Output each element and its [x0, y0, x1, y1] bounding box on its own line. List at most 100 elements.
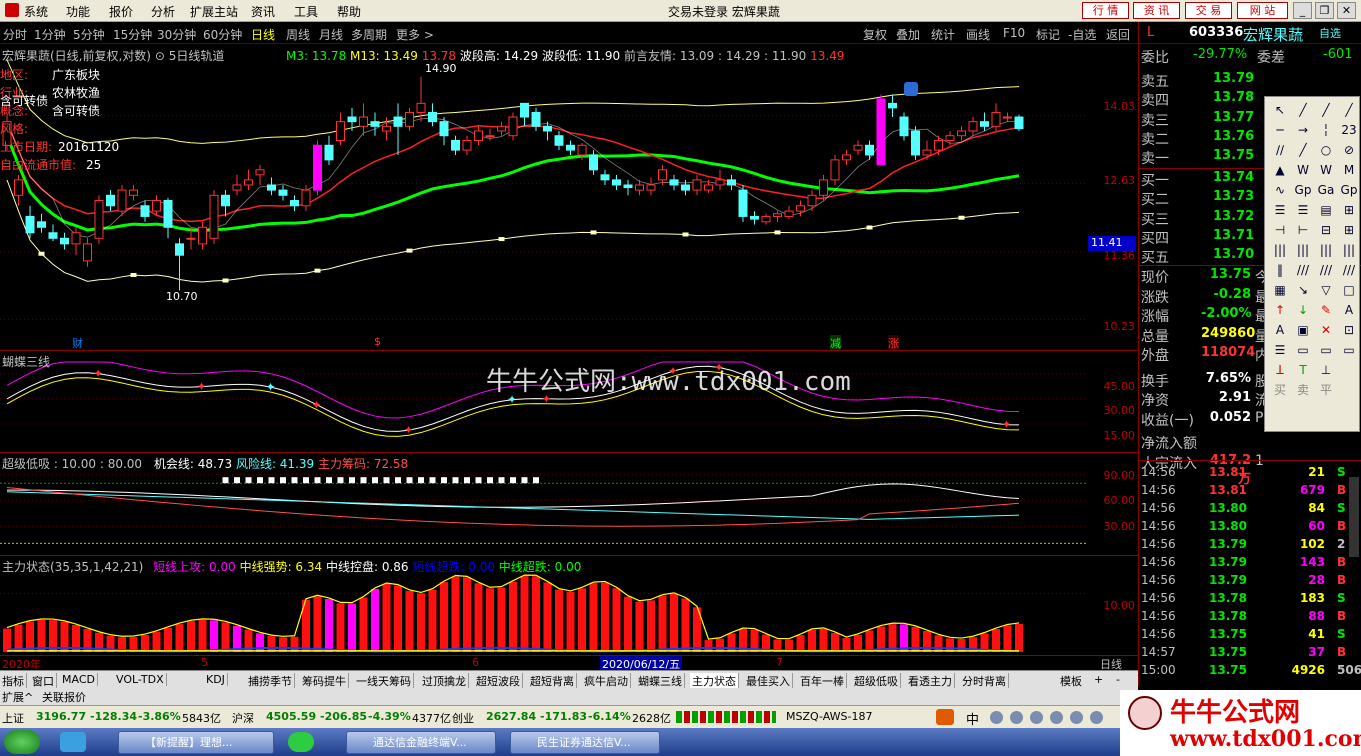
draw-tool-icon[interactable]: ╱ — [1294, 101, 1312, 119]
period-60min[interactable]: 60分钟 — [203, 26, 242, 43]
main-state-pane[interactable]: 主力状态(35,35,1,42,21) 短线上攻: 0.00 中线强势: 6.3… — [0, 555, 1138, 655]
draw-tool-icon[interactable]: ▭ — [1317, 341, 1335, 359]
draw-tool-icon[interactable]: ⊟ — [1317, 221, 1335, 239]
draw-tool-icon[interactable]: ○ — [1317, 141, 1335, 159]
draw-tool-icon[interactable]: ✎ — [1317, 301, 1335, 319]
tab-16[interactable]: 超级低吸 — [852, 673, 901, 689]
draw-tool-icon[interactable]: → — [1294, 121, 1312, 139]
period-multi[interactable]: 多周期 — [351, 26, 387, 43]
draw-tool-icon[interactable]: M — [1340, 161, 1358, 179]
draw-tool-icon[interactable]: 平 — [1317, 381, 1335, 399]
menu-system[interactable]: 系统 — [24, 3, 48, 20]
draw-tool-icon[interactable]: /// — [1294, 261, 1312, 279]
draw-tool-icon[interactable]: ▤ — [1317, 201, 1335, 219]
tab-0[interactable]: 指标 — [0, 673, 27, 689]
draw-tool-icon[interactable]: ▲ — [1271, 161, 1289, 179]
keyboard-icon[interactable] — [1050, 711, 1063, 724]
close-icon[interactable]: ✕ — [1337, 2, 1356, 19]
draw-tool-icon[interactable]: ‖ — [1271, 261, 1289, 279]
self-select-link[interactable]: 自选 — [1319, 25, 1341, 41]
draw-tool-icon[interactable]: ↑ — [1271, 301, 1289, 319]
draw-tool-icon[interactable]: Ga — [1317, 181, 1335, 199]
draw-tool-icon[interactable] — [1340, 381, 1358, 399]
draw-tool-icon[interactable]: ✕ — [1317, 321, 1335, 339]
period-weekly[interactable]: 周线 — [286, 26, 310, 43]
draw-tool-icon[interactable]: ⊢ — [1294, 221, 1312, 239]
restore-icon[interactable]: ❐ — [1315, 2, 1334, 19]
draw-tool-icon[interactable]: ☰ — [1271, 341, 1289, 359]
menu-ext-site[interactable]: 扩展主站 — [190, 3, 238, 20]
template-button[interactable]: 模板 — [1060, 673, 1082, 689]
draw-tool-icon[interactable]: □ — [1340, 281, 1358, 299]
draw-tool-icon[interactable]: ╎ — [1317, 121, 1335, 139]
tab-7[interactable]: 一线天筹码 — [354, 673, 414, 689]
moon-icon[interactable] — [990, 711, 1003, 724]
tab-12[interactable]: 蝴蝶三线 — [636, 673, 685, 689]
face-icon[interactable] — [904, 82, 918, 96]
tab-3[interactable]: VOL-TDX — [114, 673, 167, 686]
fuquan-button[interactable]: 复权 — [863, 26, 887, 43]
draw-tool-icon[interactable]: W — [1317, 161, 1335, 179]
news-button[interactable]: 资 讯 — [1133, 2, 1180, 19]
draw-tool-icon[interactable]: ⊣ — [1271, 221, 1289, 239]
plus-icon[interactable]: + — [1094, 673, 1103, 686]
app-icon[interactable] — [60, 732, 86, 752]
period-5min[interactable]: 5分钟 — [73, 26, 105, 43]
period-15min[interactable]: 15分钟 — [113, 26, 152, 43]
menu-help[interactable]: 帮助 — [337, 3, 361, 20]
draw-tool-icon[interactable]: ╱ — [1294, 141, 1312, 159]
draw-tool-icon[interactable]: ||| — [1340, 241, 1358, 259]
period-30min[interactable]: 30分钟 — [157, 26, 196, 43]
period-daily[interactable]: 日线 — [251, 26, 275, 43]
tab-2[interactable]: MACD — [60, 673, 98, 686]
trade-button[interactable]: 交 易 — [1185, 2, 1232, 19]
period-more[interactable]: 更多 > — [396, 26, 434, 43]
back-button[interactable]: 返回 — [1106, 26, 1130, 43]
draw-tool-icon[interactable]: /// — [1340, 261, 1358, 279]
minus-icon[interactable]: - — [1116, 673, 1120, 686]
tab-13[interactable]: 主力状态 — [690, 673, 739, 689]
period-fenshi[interactable]: 分时 — [3, 26, 27, 43]
draw-tool-icon[interactable]: ─ — [1271, 121, 1289, 139]
period-1min[interactable]: 1分钟 — [34, 26, 66, 43]
period-monthly[interactable]: 月线 — [319, 26, 343, 43]
draw-tool-icon[interactable]: ╱ — [1340, 101, 1358, 119]
tab-10[interactable]: 超短背离 — [528, 673, 577, 689]
tab-extend[interactable]: 扩展^ — [2, 689, 33, 705]
draw-tool-icon[interactable]: ⊥ — [1317, 361, 1335, 379]
grid-icon[interactable] — [1090, 711, 1103, 724]
draw-tool-icon[interactable]: 23 — [1340, 121, 1358, 139]
menu-function[interactable]: 功能 — [66, 3, 90, 20]
menu-analysis[interactable]: 分析 — [151, 3, 175, 20]
overlay-button[interactable]: 叠加 — [896, 26, 920, 43]
draw-tool-icon[interactable] — [1340, 361, 1358, 379]
draw-tool-icon[interactable]: ▣ — [1294, 321, 1312, 339]
draw-tool-icon[interactable]: ||| — [1317, 241, 1335, 259]
menu-tools[interactable]: 工具 — [294, 3, 318, 20]
draw-tool-icon[interactable]: Gp — [1340, 181, 1358, 199]
stats-button[interactable]: 统计 — [931, 26, 955, 43]
ime-mode[interactable]: 中 — [966, 709, 979, 728]
draw-tool-icon[interactable]: ⊞ — [1340, 201, 1358, 219]
tab-9[interactable]: 超短波段 — [474, 673, 523, 689]
sogou-icon[interactable] — [936, 709, 954, 725]
menu-quote[interactable]: 报价 — [109, 3, 133, 20]
wechat-icon[interactable] — [288, 732, 314, 752]
draw-tool-icon[interactable]: ☰ — [1294, 201, 1312, 219]
draw-tool-icon[interactable]: T — [1294, 361, 1312, 379]
menu-news[interactable]: 资讯 — [251, 3, 275, 20]
draw-tool-icon[interactable]: ∕∕ — [1271, 141, 1289, 159]
draw-tool-icon[interactable]: ⊡ — [1340, 321, 1358, 339]
tab-14[interactable]: 最佳买入 — [744, 673, 793, 689]
draw-tool-icon[interactable]: 卖 — [1294, 381, 1312, 399]
tab-11[interactable]: 疯牛启动 — [582, 673, 631, 689]
main-kline-chart[interactable]: 宏辉果蔬(日线,前复权,对数) ⊙ 5日线轨道 M3: 13.78 M13: 1… — [0, 44, 1138, 351]
tab-17[interactable]: 看透主力 — [906, 673, 955, 689]
draw-tool-icon[interactable]: ╱ — [1317, 101, 1335, 119]
task-item[interactable]: 民生证券通达信V... — [510, 731, 660, 754]
self-select-button[interactable]: -自选 — [1068, 26, 1096, 43]
draw-tool-icon[interactable]: ↓ — [1294, 301, 1312, 319]
start-button-icon[interactable] — [4, 730, 40, 754]
chevron-down-icon[interactable]: ⊙ — [155, 49, 165, 63]
tab-18[interactable]: 分时背离 — [960, 673, 1009, 689]
